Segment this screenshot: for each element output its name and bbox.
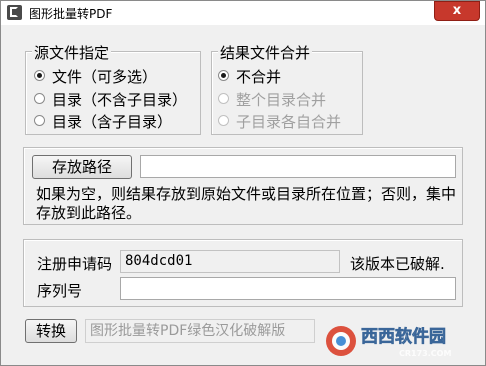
watermark-sub-text: CR173.COM [399,349,451,358]
serial-input[interactable] [120,277,456,300]
cracked-note: 该版本已破解. [350,255,445,273]
app-window: 图形批量转PDF x 源文件指定 文件（可多选） 目录（不含子目录） 目录（含子… [0,0,486,366]
title-bar: 图形批量转PDF x [1,1,485,25]
app-pdf-icon [7,5,22,20]
status-field: 图形批量转PDF绿色汉化破解版 [85,319,315,343]
save-path-group: 存放路径 如果为空，则结果存放到原始文件或目录所在位置；否则，集中存放到此路径。 [23,147,463,225]
source-group-legend: 源文件指定 [32,42,112,63]
save-path-note: 如果为空，则结果存放到原始文件或目录所在位置；否则，集中存放到此路径。 [36,185,457,222]
radio-selected-icon [218,70,229,81]
radio-unselected-icon [34,93,45,104]
save-path-button[interactable]: 存放路径 [32,155,132,179]
reg-code-field: 804dcd01 [120,250,340,273]
convert-button[interactable]: 转换 [25,319,77,343]
reg-code-label: 注册申请码 [37,255,113,273]
radio-unselected-icon [218,93,229,104]
radio-selected-icon [34,70,45,81]
save-path-input[interactable] [140,155,456,178]
merge-group: 结果文件合并 不合并 整个目录合并 子目录各自合并 [211,42,363,135]
close-button[interactable]: x [434,1,480,21]
window-title: 图形批量转PDF [29,7,113,21]
radio-label: 文件（可多选） [52,68,158,86]
radio-label: 目录（不含子目录） [52,91,188,109]
radio-label: 子目录各自合并 [236,113,342,131]
merge-group-legend: 结果文件合并 [218,42,313,63]
radio-label: 目录（含子目录） [52,113,173,131]
radio-unselected-icon [218,115,229,126]
registration-group: 注册申请码 804dcd01 该版本已破解. 序列号 [23,239,463,307]
radio-label: 整个目录合并 [236,91,327,109]
watermark-brand-text: 西西软件园 [361,326,446,347]
serial-label: 序列号 [37,282,83,300]
radio-label: 不合并 [236,68,282,86]
source-group: 源文件指定 文件（可多选） 目录（不含子目录） 目录（含子目录） [25,42,201,135]
site-watermark: 西西软件园 CR173.COM [326,326,451,358]
radio-unselected-icon [34,115,45,126]
